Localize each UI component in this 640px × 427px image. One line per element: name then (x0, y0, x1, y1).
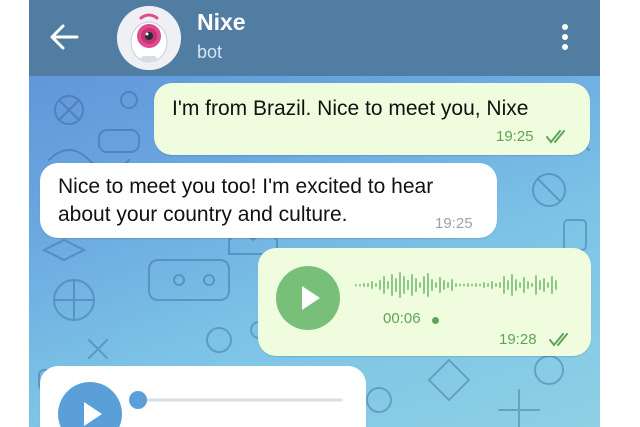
voice-duration: 00:06 (383, 310, 421, 327)
chat-title[interactable]: Nixe (197, 9, 246, 36)
voice-message-outgoing[interactable]: 00:06 19:28 (258, 248, 591, 356)
double-check-icon (546, 130, 565, 144)
chat-status: bot (197, 42, 223, 62)
more-vertical-icon[interactable] (557, 22, 573, 52)
play-icon (302, 286, 320, 310)
message-outgoing[interactable]: I'm from Brazil. Nice to meet you, Nixe … (154, 83, 590, 155)
play-icon (84, 402, 102, 426)
message-incoming[interactable]: Nice to meet you too! I'm excited to hea… (40, 163, 497, 238)
message-time: 19:25 (435, 215, 473, 232)
message-time: 19:25 (496, 128, 534, 145)
chat-screen: Nixe bot I'm from Brazil. Nice to meet y… (29, 0, 600, 427)
double-check-icon (549, 333, 568, 347)
play-button[interactable] (276, 266, 340, 330)
unplayed-dot (432, 317, 439, 324)
waveform[interactable] (354, 265, 574, 305)
voice-progress-track[interactable] (126, 390, 346, 410)
robot-avatar-icon (117, 6, 181, 70)
message-time: 19:28 (499, 331, 537, 348)
message-text-line-2: about your country and culture. (58, 203, 348, 226)
bot-avatar[interactable] (117, 6, 181, 70)
play-button[interactable] (58, 382, 122, 427)
message-text-line-1: Nice to meet you too! I'm excited to hea… (58, 175, 434, 198)
message-text: I'm from Brazil. Nice to meet you, Nixe (172, 97, 529, 120)
back-arrow-icon[interactable] (47, 22, 81, 52)
voice-message-incoming[interactable] (40, 366, 366, 427)
chat-header: Nixe bot (29, 0, 600, 76)
